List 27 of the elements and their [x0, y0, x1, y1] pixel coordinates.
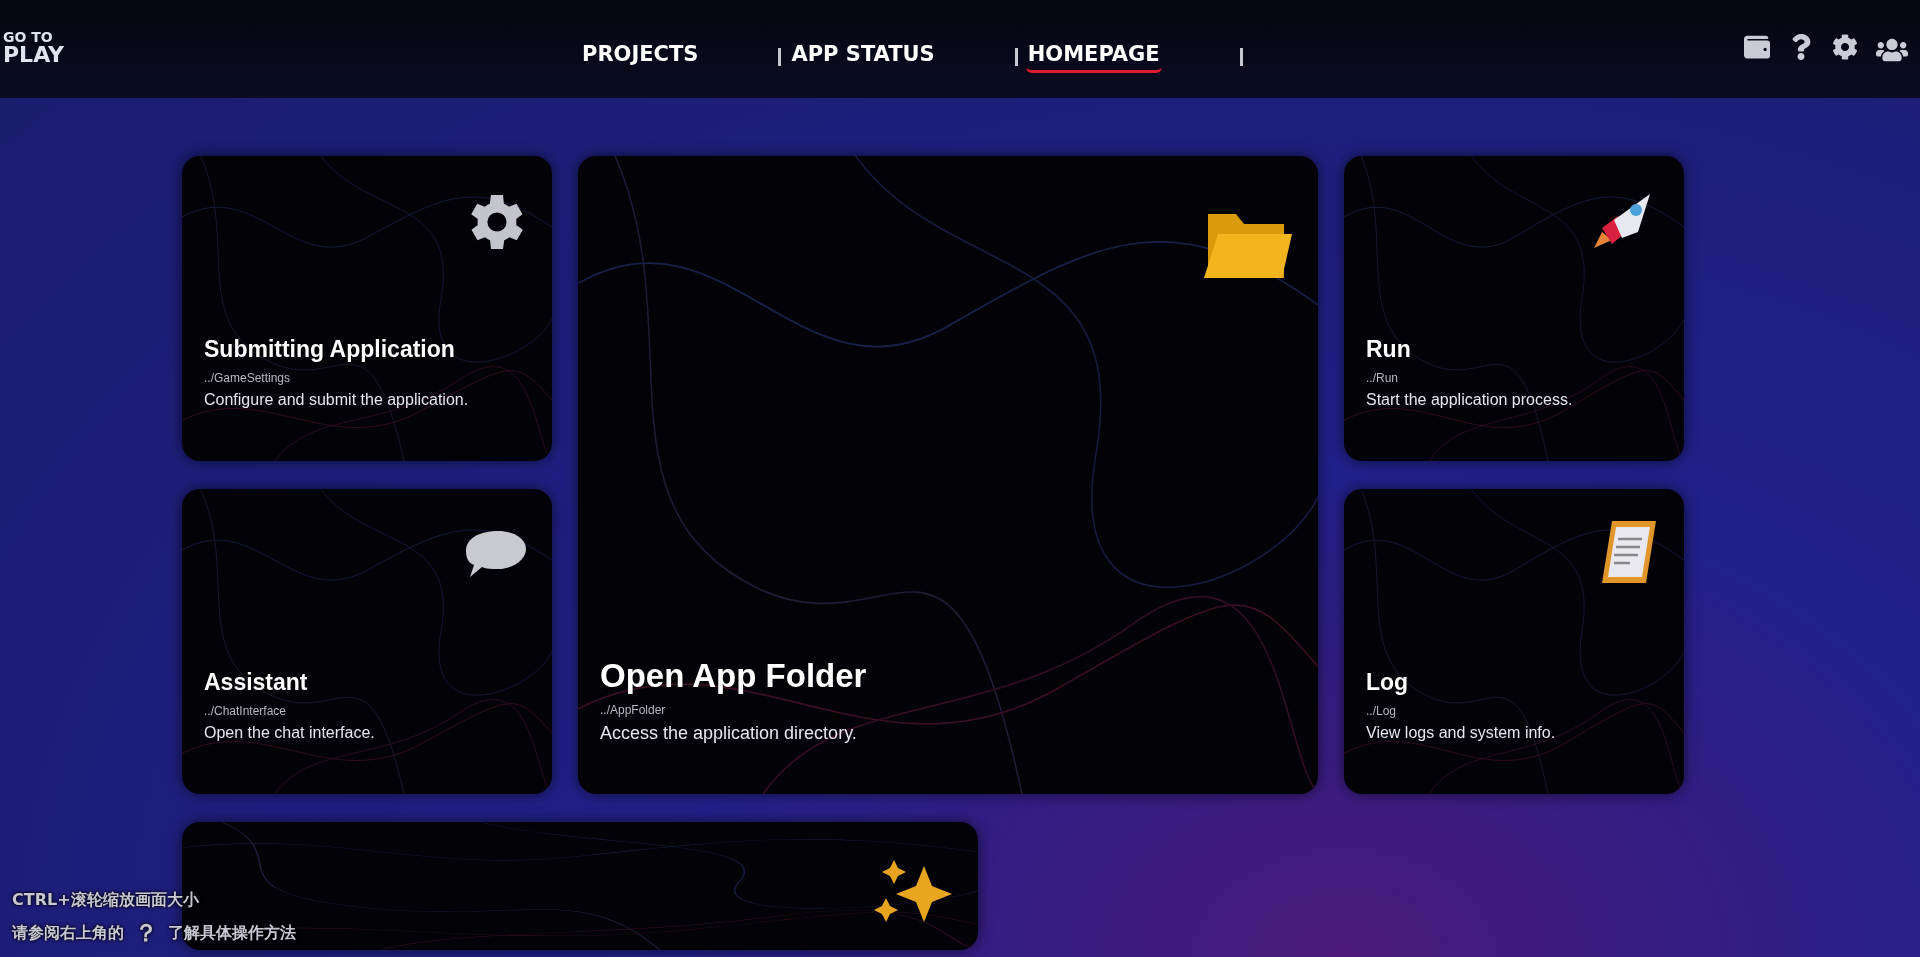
card-path: ../GameSettings: [204, 371, 292, 385]
card[interactable]: Assistant ../ChatInterface Open the chat interface.: [182, 489, 552, 794]
card-path: ../Run: [1366, 371, 1399, 385]
logo-text: GO TO: [3, 30, 54, 44]
card-path: ../ChatInterface: [204, 704, 288, 718]
card-title: Open App Folder: [600, 657, 868, 695]
nav-tab[interactable]: APP STATUS: [789, 40, 937, 73]
card-title: Run: [1366, 336, 1412, 363]
card[interactable]: Open App Folder ../AppFolder Access the application directory.: [578, 156, 1318, 794]
card-title: Log: [1366, 669, 1410, 696]
question-mark: ？: [134, 918, 158, 949]
logo-text: PLAY: [3, 44, 64, 66]
hint-text: 请参阅右上角的: [12, 922, 124, 944]
card[interactable]: Log ../Log View logs and system info.: [1344, 489, 1684, 794]
card-path: ../Log: [1366, 704, 1398, 718]
card-description: Start the application process.: [1366, 391, 1574, 409]
nav-tab[interactable]: PROJECTS: [580, 40, 701, 73]
card-description: Access the application directory.: [600, 723, 858, 744]
card[interactable]: Run ../Run Start the application process.: [1344, 156, 1684, 461]
nav-tab[interactable]: HOMEPAGE: [1025, 40, 1162, 73]
card[interactable]: Submitting Application ../GameSettings Configure and submit the application.: [182, 156, 552, 461]
card-title: Submitting Application: [204, 336, 456, 363]
card-description: Configure and submit the application.: [204, 391, 470, 409]
card-title: Assistant: [204, 669, 309, 696]
card-description: View logs and system info.: [1366, 724, 1557, 742]
card-path: ../AppFolder: [600, 703, 667, 717]
card-description: Open the chat interface.: [204, 724, 376, 742]
